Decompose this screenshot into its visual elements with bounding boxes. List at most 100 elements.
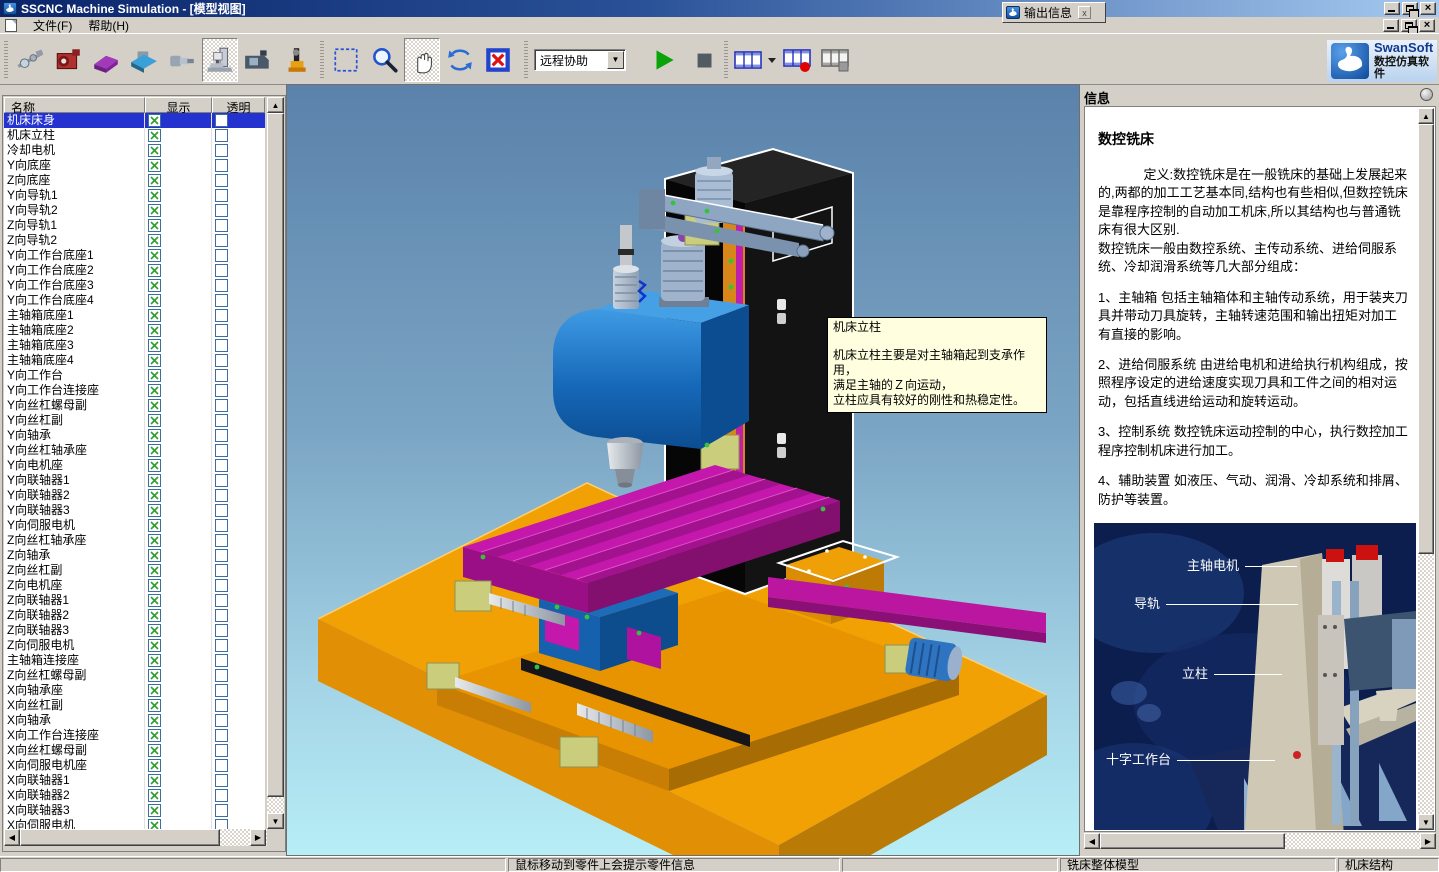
show-checkbox[interactable]	[148, 159, 161, 172]
table-row[interactable]: Y向工作台	[4, 368, 265, 383]
show-checkbox[interactable]	[148, 819, 161, 829]
part-name[interactable]: Y向轴承	[4, 428, 145, 443]
table-row[interactable]: Y向工作台底座2	[4, 263, 265, 278]
show-checkbox[interactable]	[148, 684, 161, 697]
table-row[interactable]: X向联轴器1	[4, 773, 265, 788]
table-row[interactable]: Y向伺服电机	[4, 518, 265, 533]
film-dropdown-icon[interactable]	[766, 38, 778, 82]
transparent-checkbox[interactable]	[215, 429, 228, 442]
show-checkbox[interactable]	[148, 234, 161, 247]
table-row[interactable]: Y向电机座	[4, 458, 265, 473]
show-checkbox[interactable]	[148, 369, 161, 382]
show-checkbox[interactable]	[148, 759, 161, 772]
transparent-checkbox[interactable]	[215, 384, 228, 397]
part-name[interactable]: Y向工作台底座3	[4, 278, 145, 293]
transparent-checkbox[interactable]	[215, 309, 228, 322]
table-row[interactable]: 机床床身	[4, 113, 265, 128]
show-checkbox[interactable]	[148, 444, 161, 457]
horizontal-scrollbar[interactable]: ◀ ▶	[1084, 833, 1436, 849]
show-checkbox[interactable]	[148, 579, 161, 592]
show-checkbox[interactable]	[148, 774, 161, 787]
transparent-checkbox[interactable]	[215, 624, 228, 637]
show-checkbox[interactable]	[148, 129, 161, 142]
transparent-checkbox[interactable]	[215, 729, 228, 742]
transparent-checkbox[interactable]	[215, 519, 228, 532]
part-name[interactable]: 主轴箱底座2	[4, 323, 145, 338]
transparent-checkbox[interactable]	[215, 189, 228, 202]
close-button[interactable]: ×	[1420, 2, 1436, 15]
part-name[interactable]: Y向联轴器2	[4, 488, 145, 503]
table-row[interactable]: Z向伺服电机	[4, 638, 265, 653]
output-info-close-button[interactable]: x	[1078, 6, 1091, 19]
transparent-checkbox[interactable]	[215, 474, 228, 487]
transparent-checkbox[interactable]	[215, 744, 228, 757]
table-row[interactable]: X向联轴器3	[4, 803, 265, 818]
titlebar[interactable]: SSCNC Machine Simulation - [模型视图] ×	[0, 0, 1439, 17]
column-header-transparent[interactable]: 透明	[212, 97, 265, 113]
show-checkbox[interactable]	[148, 699, 161, 712]
show-checkbox[interactable]	[148, 714, 161, 727]
table-row[interactable]: X向联轴器2	[4, 788, 265, 803]
transparent-checkbox[interactable]	[215, 549, 228, 562]
show-checkbox[interactable]	[148, 729, 161, 742]
transparent-checkbox[interactable]	[215, 294, 228, 307]
part-name[interactable]: Y向联轴器1	[4, 473, 145, 488]
transparent-checkbox[interactable]	[215, 654, 228, 667]
child-close-button[interactable]: ×	[1419, 19, 1435, 32]
show-checkbox[interactable]	[148, 414, 161, 427]
play-icon[interactable]	[646, 38, 682, 82]
show-checkbox[interactable]	[148, 744, 161, 757]
model-viewport[interactable]: 机床立柱 机床立柱主要是对主轴箱起到支承作用， 满足主轴的Ｚ向运动， 立柱应具有…	[287, 85, 1079, 855]
scroll-left-icon[interactable]: ◀	[4, 829, 20, 846]
part-name[interactable]: Y向联轴器3	[4, 503, 145, 518]
show-checkbox[interactable]	[148, 654, 161, 667]
table-row[interactable]: X向丝杠螺母副	[4, 743, 265, 758]
show-checkbox[interactable]	[148, 624, 161, 637]
show-checkbox[interactable]	[148, 309, 161, 322]
part-name[interactable]: X向联轴器1	[4, 773, 145, 788]
part-name[interactable]: Z向联轴器2	[4, 608, 145, 623]
vertical-scroll-thumb[interactable]	[267, 113, 284, 797]
show-checkbox[interactable]	[148, 114, 161, 127]
table-row[interactable]: Z向联轴器1	[4, 593, 265, 608]
table-row[interactable]: Z向电机座	[4, 578, 265, 593]
transparent-checkbox[interactable]	[215, 339, 228, 352]
part-name[interactable]: Z向丝杠副	[4, 563, 145, 578]
transparent-checkbox[interactable]	[215, 504, 228, 517]
show-checkbox[interactable]	[148, 534, 161, 547]
transparent-checkbox[interactable]	[215, 324, 228, 337]
show-checkbox[interactable]	[148, 354, 161, 367]
milling-bed-icon[interactable]	[126, 38, 162, 82]
transparent-checkbox[interactable]	[215, 144, 228, 157]
part-name[interactable]: Y向工作台	[4, 368, 145, 383]
scroll-right-icon[interactable]: ▶	[1420, 833, 1436, 849]
horizontal-scroll-thumb[interactable]	[1100, 833, 1285, 849]
part-name[interactable]: Z向联轴器1	[4, 593, 145, 608]
show-checkbox[interactable]	[148, 519, 161, 532]
transparent-checkbox[interactable]	[215, 759, 228, 772]
table-row[interactable]: 主轴箱底座2	[4, 323, 265, 338]
part-name[interactable]: Z向轴承	[4, 548, 145, 563]
part-name[interactable]: Z向电机座	[4, 578, 145, 593]
part-name[interactable]: X向轴承	[4, 713, 145, 728]
show-checkbox[interactable]	[148, 429, 161, 442]
table-row[interactable]: X向伺服电机座	[4, 758, 265, 773]
transparent-checkbox[interactable]	[215, 249, 228, 262]
scroll-up-icon[interactable]: ▲	[1418, 108, 1434, 124]
part-name[interactable]: 主轴箱底座4	[4, 353, 145, 368]
menu-file[interactable]: 文件(F)	[25, 16, 80, 35]
transparent-checkbox[interactable]	[215, 414, 228, 427]
table-row[interactable]: 主轴箱底座3	[4, 338, 265, 353]
part-name[interactable]: Y向丝杠螺母副	[4, 398, 145, 413]
table-row[interactable]: Z向丝杠副	[4, 563, 265, 578]
part-name[interactable]: 主轴箱连接座	[4, 653, 145, 668]
table-row[interactable]: Y向联轴器1	[4, 473, 265, 488]
part-name[interactable]: 主轴箱底座3	[4, 338, 145, 353]
table-row[interactable]: Y向导轨1	[4, 188, 265, 203]
table-row[interactable]: Z向丝杠轴承座	[4, 533, 265, 548]
rotate-view-icon[interactable]	[442, 38, 478, 82]
show-checkbox[interactable]	[148, 294, 161, 307]
show-checkbox[interactable]	[148, 399, 161, 412]
show-checkbox[interactable]	[148, 804, 161, 817]
toolbar-grip[interactable]	[724, 41, 728, 79]
